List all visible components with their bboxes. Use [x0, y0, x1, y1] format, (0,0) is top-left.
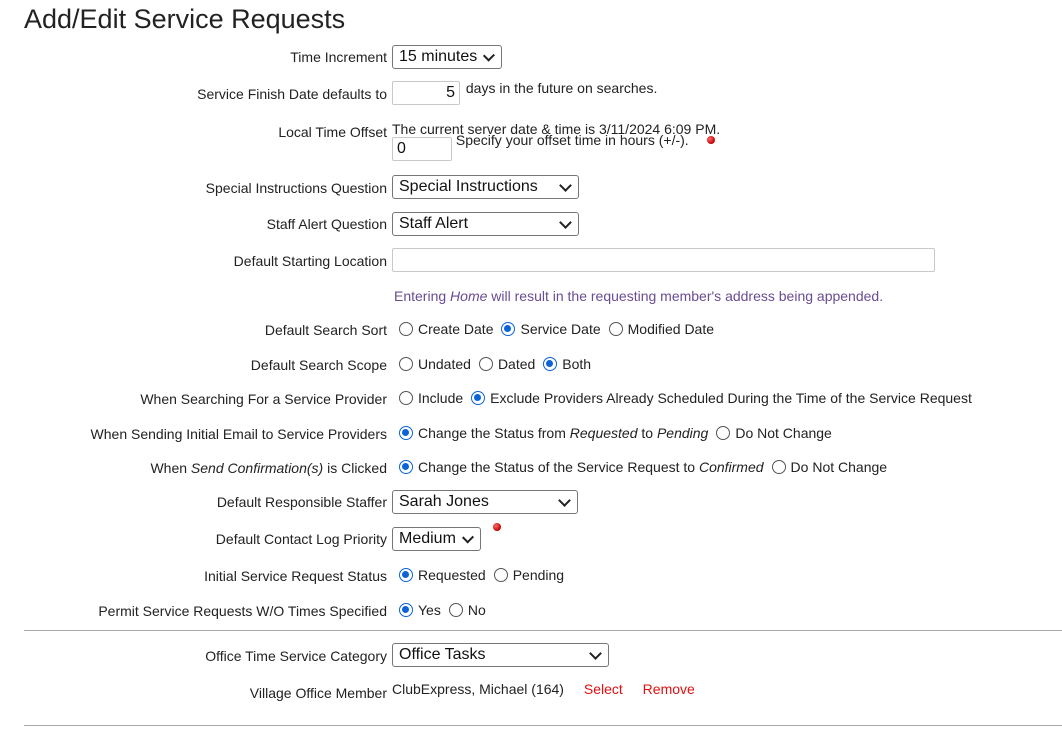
initial-status-requested[interactable]: Requested: [399, 567, 486, 583]
time-offset-help: Specify your offset time in hours (+/-).: [455, 132, 689, 148]
staff-alert-select[interactable]: Staff Alert: [392, 212, 579, 236]
chevron-down-icon: [559, 215, 572, 229]
provider-search-group: Include Exclude Providers Already Schedu…: [399, 390, 980, 406]
section-divider-bottom: [24, 725, 1062, 726]
time-increment-label: Time Increment: [290, 49, 387, 65]
responsible-staffer-select[interactable]: Sarah Jones: [392, 490, 578, 514]
permit-no-times-yes[interactable]: Yes: [399, 602, 441, 618]
finish-date-suffix: days in the future on searches.: [465, 80, 658, 96]
finish-date-label: Service Finish Date defaults to: [197, 86, 387, 102]
permit-no-times-no[interactable]: No: [448, 602, 486, 618]
send-confirmation-do-not-change[interactable]: Do Not Change: [771, 459, 887, 475]
search-sort-service-date[interactable]: Service Date: [501, 321, 601, 337]
time-offset-label: Local Time Offset: [278, 124, 387, 140]
starting-location-hint: Entering Home will result in the request…: [394, 288, 884, 304]
village-member-label: Village Office Member: [249, 685, 387, 701]
initial-status-pending[interactable]: Pending: [493, 567, 564, 583]
send-confirmation-group: Change the Status of the Service Request…: [399, 459, 895, 475]
section-divider: [24, 630, 1062, 631]
send-confirmation-label: When Send Confirmation(s) is Clicked: [150, 460, 387, 476]
search-sort-label: Default Search Sort: [264, 322, 387, 338]
finish-date-days-input[interactable]: [392, 81, 460, 105]
initial-email-do-not-change[interactable]: Do Not Change: [716, 425, 832, 441]
search-scope-dated[interactable]: Dated: [478, 356, 535, 372]
initial-status-label: Initial Service Request Status: [204, 568, 387, 584]
provider-search-label: When Searching For a Service Provider: [140, 391, 387, 407]
starting-location-label: Default Starting Location: [233, 253, 387, 269]
provider-search-include[interactable]: Include: [399, 390, 463, 406]
time-offset-input[interactable]: [392, 137, 452, 161]
chevron-down-icon: [558, 493, 571, 507]
contact-priority-select[interactable]: Medium: [392, 527, 481, 551]
search-scope-both[interactable]: Both: [543, 356, 591, 372]
required-indicator-icon: [492, 523, 501, 532]
search-scope-undated[interactable]: Undated: [399, 356, 471, 372]
special-instructions-label: Special Instructions Question: [205, 180, 387, 196]
provider-search-exclude[interactable]: Exclude Providers Already Scheduled Duri…: [471, 390, 972, 406]
permit-no-times-group: Yes No: [399, 602, 494, 618]
responsible-staffer-label: Default Responsible Staffer: [216, 494, 387, 510]
contact-priority-label: Default Contact Log Priority: [215, 531, 387, 547]
staff-alert-label: Staff Alert Question: [266, 216, 387, 232]
search-sort-modified-date[interactable]: Modified Date: [608, 321, 714, 337]
initial-email-label: When Sending Initial Email to Service Pr…: [90, 426, 387, 442]
required-indicator-icon: [706, 136, 715, 145]
initial-status-group: Requested Pending: [399, 567, 572, 583]
village-member-value: ClubExpress, Michael (164) Select Remove: [392, 681, 695, 697]
chevron-down-icon: [589, 646, 602, 660]
initial-email-group: Change the Status from Requested to Pend…: [399, 425, 840, 441]
village-member-remove-link[interactable]: Remove: [643, 681, 695, 697]
search-scope-group: Undated Dated Both: [399, 356, 599, 372]
village-member-select-link[interactable]: Select: [584, 681, 623, 697]
search-sort-create-date[interactable]: Create Date: [399, 321, 493, 337]
office-category-select[interactable]: Office Tasks: [392, 643, 609, 667]
chevron-down-icon: [483, 49, 496, 61]
search-sort-group: Create Date Service Date Modified Date: [399, 321, 722, 337]
initial-email-change-status[interactable]: Change the Status from Requested to Pend…: [399, 425, 708, 441]
chevron-down-icon: [559, 178, 572, 192]
permit-no-times-label: Permit Service Requests W/O Times Specif…: [98, 603, 387, 619]
special-instructions-select[interactable]: Special Instructions: [392, 175, 579, 199]
send-confirmation-change-status[interactable]: Change the Status of the Service Request…: [399, 459, 764, 475]
chevron-down-icon: [461, 530, 474, 544]
starting-location-input[interactable]: [392, 248, 935, 272]
office-category-label: Office Time Service Category: [205, 648, 387, 664]
page-title: Add/Edit Service Requests: [24, 4, 346, 34]
search-scope-label: Default Search Scope: [250, 357, 387, 373]
time-increment-select[interactable]: 15 minutes: [392, 45, 502, 69]
